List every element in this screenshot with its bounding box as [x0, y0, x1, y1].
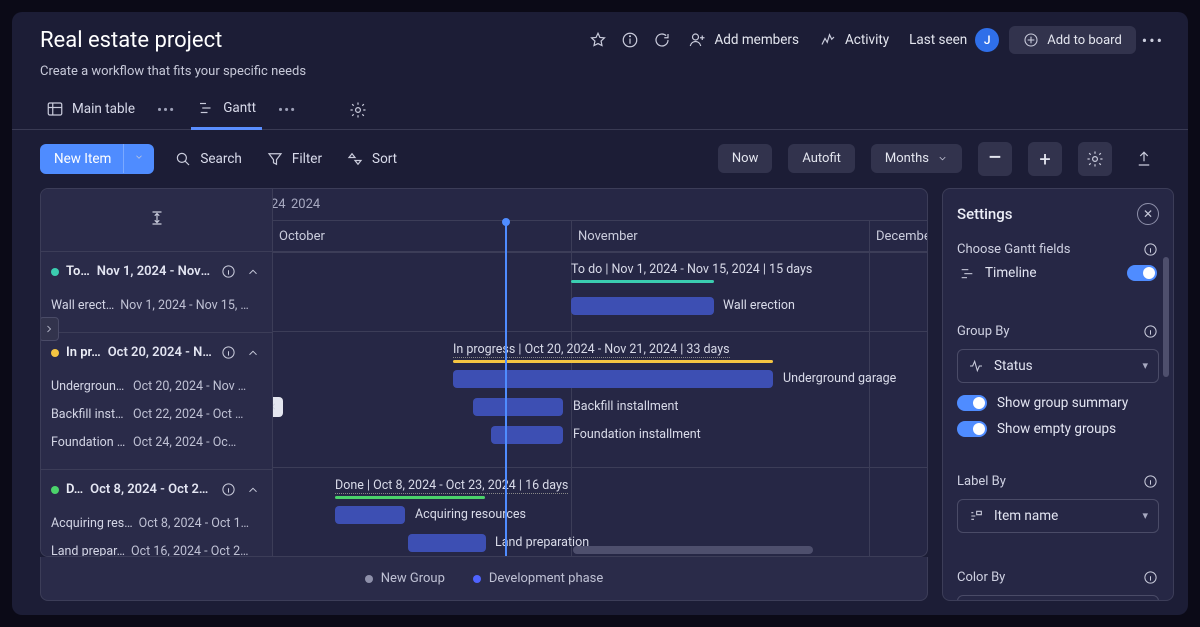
gantt-settings-icon[interactable]	[1078, 142, 1112, 176]
settings-panel: Settings ✕ Choose Gantt fields Timeline	[942, 188, 1174, 602]
info-icon[interactable]	[1141, 323, 1159, 341]
chevron-up-icon[interactable]	[244, 344, 262, 362]
info-icon[interactable]	[219, 263, 237, 281]
page-title: Real estate project	[40, 28, 222, 53]
tab-gantt-label: Gantt	[223, 100, 256, 116]
group-dot	[51, 268, 59, 276]
task-row[interactable]: Acquiring res… Oct 8, 2024 - Oct 1…	[41, 510, 272, 538]
task-row[interactable]: Land prepar… Oct 16, 2024 - Oct 2…	[41, 538, 272, 557]
group-summary: Done | Oct 8, 2024 - Oct 23, 2024 | 16 d…	[335, 478, 568, 494]
label-by-label: Label By	[957, 474, 1006, 489]
search-label: Search	[200, 151, 241, 167]
color-by-label: Color By	[957, 570, 1005, 585]
period-select[interactable]: Months	[871, 144, 962, 173]
view-settings-icon[interactable]	[342, 94, 374, 126]
timeline-toggle[interactable]	[1127, 265, 1157, 281]
filter-label: Filter	[292, 151, 322, 167]
group-header-progress[interactable]: In pr… Oct 20, 2024 - N…	[41, 333, 272, 373]
new-item-button[interactable]: New Item	[40, 144, 154, 174]
gantt-bar[interactable]	[473, 398, 563, 416]
group-by-select[interactable]: Status ▾	[957, 349, 1159, 383]
fit-rows-icon[interactable]	[148, 209, 166, 231]
color-by-select[interactable]: Group ▾	[957, 595, 1159, 602]
collapse-left-icon[interactable]	[273, 397, 283, 417]
activity-label: Activity	[845, 32, 889, 48]
show-summary-toggle[interactable]	[957, 395, 987, 411]
gantt-chart: To… Nov 1, 2024 - Nov … Wall erect… Nov …	[40, 188, 928, 558]
filter-button[interactable]: Filter	[262, 144, 326, 174]
group-header-todo[interactable]: To… Nov 1, 2024 - Nov …	[41, 252, 272, 292]
group-dot	[51, 486, 59, 494]
avatar: J	[975, 28, 999, 52]
task-row[interactable]: Wall erect… Nov 1, 2024 - Nov 15, …	[41, 292, 272, 320]
new-item-dropdown-icon[interactable]	[123, 144, 154, 173]
zoom-in-button[interactable]: +	[1028, 142, 1062, 176]
expand-sidebar-icon[interactable]	[40, 317, 59, 341]
star-icon[interactable]	[582, 24, 614, 56]
sort-label: Sort	[372, 151, 397, 167]
legend: New Group Development phase	[40, 557, 928, 601]
last-seen[interactable]: Last seen J	[899, 22, 1009, 58]
new-item-label: New Item	[40, 144, 123, 174]
choose-fields-label: Choose Gantt fields	[957, 242, 1070, 257]
autofit-button[interactable]: Autofit	[788, 144, 855, 173]
more-icon[interactable]: •••	[1136, 31, 1170, 50]
gantt-bar[interactable]	[408, 534, 486, 552]
task-row[interactable]: Backfill insta… Oct 22, 2024 - Oct …	[41, 401, 272, 429]
add-members-label: Add members	[714, 32, 799, 48]
task-row[interactable]: Underground … Oct 20, 2024 - Nov …	[41, 373, 272, 401]
page-subtitle: Create a workflow that fits your specifi…	[12, 62, 1188, 87]
zoom-out-button[interactable]: −	[978, 142, 1012, 176]
today-indicator	[505, 223, 507, 557]
label-by-select[interactable]: Item name ▾	[957, 499, 1159, 533]
tab-main-more-icon[interactable]: •••	[153, 97, 179, 123]
summary-bar[interactable]	[571, 280, 714, 283]
year-label: 2024	[291, 197, 320, 212]
info-icon[interactable]	[1141, 569, 1159, 587]
group-summary: To do | Nov 1, 2024 - Nov 15, 2024 | 15 …	[571, 262, 812, 277]
gantt-bar[interactable]	[571, 297, 714, 315]
sort-button[interactable]: Sort	[342, 144, 401, 174]
gantt-bar[interactable]	[491, 426, 563, 444]
info-icon[interactable]	[219, 344, 237, 362]
last-seen-label: Last seen	[909, 32, 967, 48]
group-summary: In progress | Oct 20, 2024 - Nov 21, 202…	[453, 342, 730, 358]
tab-gantt-more-icon[interactable]: •••	[274, 97, 300, 123]
tab-main-table[interactable]: Main table	[40, 92, 141, 128]
info-icon[interactable]	[1141, 241, 1159, 259]
group-by-label: Group By	[957, 324, 1010, 339]
gantt-bar[interactable]	[453, 370, 773, 388]
group-dot	[51, 349, 59, 357]
summary-bar[interactable]	[453, 360, 773, 363]
v-scrollbar[interactable]	[1163, 257, 1169, 587]
tab-gantt[interactable]: Gantt	[191, 91, 262, 130]
chevron-up-icon[interactable]	[244, 263, 262, 281]
now-button[interactable]: Now	[718, 144, 772, 173]
add-members-button[interactable]: Add members	[678, 25, 809, 55]
info-icon[interactable]	[614, 24, 646, 56]
h-scrollbar[interactable]	[513, 546, 917, 554]
activity-button[interactable]: Activity	[809, 25, 899, 55]
export-icon[interactable]	[1128, 143, 1160, 175]
show-empty-toggle[interactable]	[957, 421, 987, 437]
tab-main-label: Main table	[72, 101, 135, 117]
timeline-field-label: Timeline	[985, 265, 1117, 281]
search-button[interactable]: Search	[170, 144, 245, 174]
task-row[interactable]: Foundation ins… Oct 24, 2024 - Oc…	[41, 429, 272, 457]
chevron-up-icon[interactable]	[244, 481, 262, 499]
year-partial: 24	[273, 197, 286, 212]
gantt-bar[interactable]	[335, 506, 405, 524]
summary-bar[interactable]	[335, 496, 485, 499]
timeline-header: October November December	[273, 221, 927, 253]
cycle-icon[interactable]	[646, 24, 678, 56]
add-to-board-button[interactable]: Add to board	[1009, 26, 1136, 54]
group-header-done[interactable]: D… Oct 8, 2024 - Oct 2…	[41, 470, 272, 510]
add-to-board-label: Add to board	[1047, 33, 1122, 48]
info-icon[interactable]	[1141, 473, 1159, 491]
settings-title: Settings	[957, 205, 1013, 223]
close-icon[interactable]: ✕	[1137, 203, 1159, 225]
info-icon[interactable]	[219, 481, 237, 499]
